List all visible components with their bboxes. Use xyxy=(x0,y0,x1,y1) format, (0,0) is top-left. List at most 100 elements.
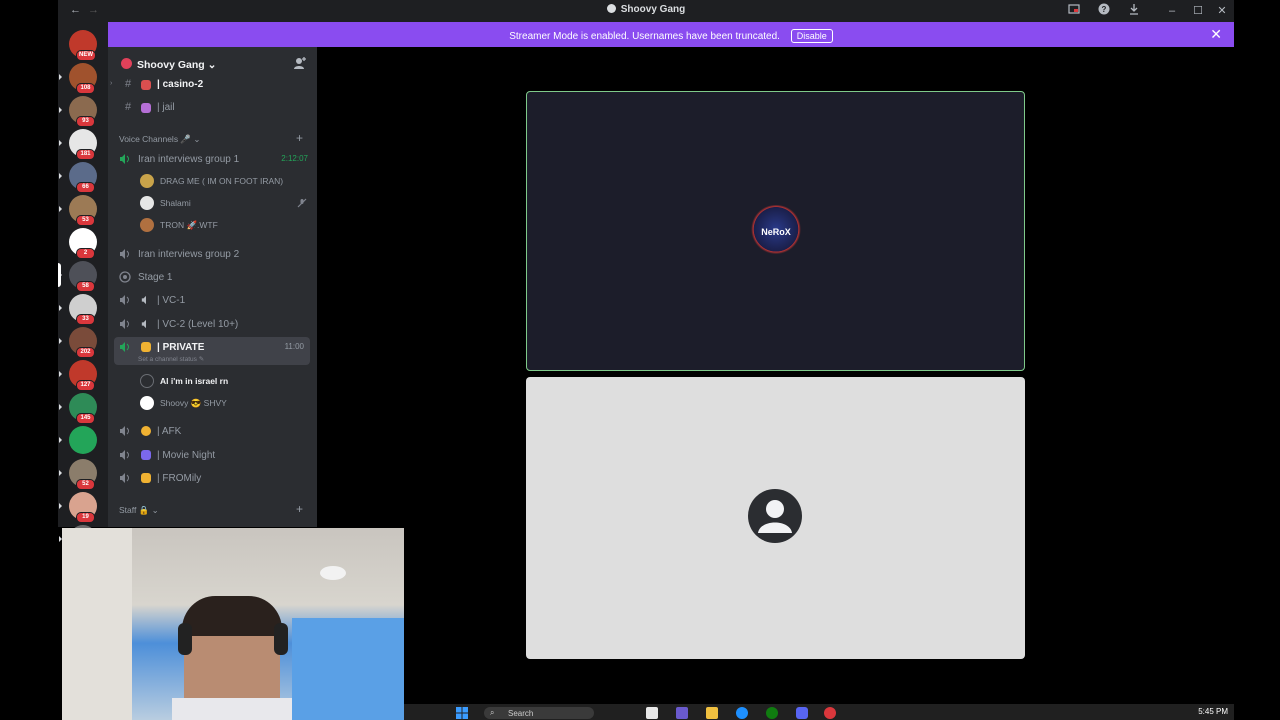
speaker-icon xyxy=(120,450,129,460)
add-member-icon[interactable] xyxy=(293,56,307,75)
voice-channel-iran-1[interactable]: Iran interviews group 1 2:12:07 xyxy=(114,149,310,169)
create-staff-channel-icon[interactable]: + xyxy=(296,502,303,516)
voice-channel-private[interactable]: | PRIVATE 11:00 Set a channel status ✎ xyxy=(114,337,310,365)
taskbar-app-icon[interactable] xyxy=(824,707,836,719)
voice-channel-afk[interactable]: | AFK xyxy=(114,421,310,441)
call-timer: 11:00 xyxy=(284,342,304,351)
unread-indicator-icon xyxy=(59,107,62,113)
voice-channel-vc-2[interactable]: | VC-2 (Level 10+) xyxy=(114,314,310,334)
close-window-button[interactable]: ✕ xyxy=(1214,3,1230,19)
call-timer: 2:12:07 xyxy=(281,154,308,163)
lock-emoji-icon xyxy=(141,342,151,352)
unread-indicator-icon xyxy=(59,503,62,509)
unread-indicator-icon xyxy=(59,140,62,146)
member-name: DRAG ME ( IM ON FOOT IRAN) xyxy=(160,176,284,186)
shirt xyxy=(172,698,292,720)
voice-channel-iran-2[interactable]: Iran interviews group 2 xyxy=(114,244,310,264)
participant-tile-nerox[interactable]: NeRoX xyxy=(526,91,1025,371)
unread-indicator-icon xyxy=(59,470,62,476)
help-icon[interactable]: ? xyxy=(1096,3,1112,19)
avatar xyxy=(140,174,154,188)
voice-member[interactable]: Al i'm in israel rn xyxy=(138,371,310,391)
text-channel-icon: # xyxy=(125,78,132,90)
download-icon[interactable] xyxy=(1126,3,1142,19)
channel-name: Stage 1 xyxy=(138,272,173,283)
xbox-icon[interactable] xyxy=(766,707,778,719)
channel-name: Iran interviews group 2 xyxy=(138,249,240,260)
voice-member[interactable]: Shoovy 😎 SHVY xyxy=(138,393,310,413)
voice-member[interactable]: TRON 🚀.WTF xyxy=(138,215,310,235)
channel-name: | AFK xyxy=(157,426,182,437)
webcam-overlay xyxy=(62,528,404,720)
channel-emoji-icon xyxy=(141,80,151,90)
channel-casino-2[interactable]: › # | casino-2 xyxy=(110,75,310,95)
unread-indicator-icon xyxy=(59,371,62,377)
speaker-icon xyxy=(120,426,129,436)
notification-badge: 181 xyxy=(76,149,95,160)
text-channel-icon: # xyxy=(125,101,132,113)
participant-avatar: NeRoX xyxy=(749,205,803,259)
edge-icon[interactable] xyxy=(736,707,748,719)
notification-badge: 127 xyxy=(76,380,95,391)
notification-badge: 145 xyxy=(76,413,95,424)
avatar xyxy=(140,196,154,210)
member-name: Al i'm in israel rn xyxy=(160,376,229,386)
channel-name: | FROMily xyxy=(157,473,202,484)
notification-badge: 108 xyxy=(76,83,95,94)
taskbar-app-icon[interactable] xyxy=(676,707,688,719)
taskbar-search[interactable]: ⌕ Search xyxy=(484,707,594,719)
channel-name: | Movie Night xyxy=(157,450,216,461)
voice-channel-movie-night[interactable]: | Movie Night xyxy=(114,445,310,465)
notification-badge: 202 xyxy=(76,347,95,358)
guild-icon xyxy=(606,4,616,13)
voice-channel-fromily[interactable]: | FROMily xyxy=(114,468,310,488)
disable-streamer-mode-button[interactable]: Disable xyxy=(790,29,833,43)
server-list: NEW1089318166532583320212714552194 xyxy=(58,22,108,556)
chevron-down-icon: ⌄ xyxy=(207,59,217,71)
collapse-arrow-icon: › xyxy=(110,80,113,87)
svg-text:?: ? xyxy=(1102,5,1107,14)
discord-icon[interactable] xyxy=(796,707,808,719)
muted-mic-icon xyxy=(297,198,307,208)
unread-indicator-icon xyxy=(59,206,62,212)
inbox-icon[interactable] xyxy=(1066,3,1082,19)
speaker-icon xyxy=(120,473,129,483)
unread-indicator-icon xyxy=(59,404,62,410)
channel-sidebar: Shoovy Gang ⌄ › # | casino-2 # | jail Vo… xyxy=(108,47,317,527)
channel-jail[interactable]: # | jail xyxy=(114,98,310,118)
stage-channel[interactable]: Stage 1 xyxy=(114,267,310,287)
speaker-live-icon xyxy=(120,342,129,352)
create-voice-channel-icon[interactable]: + xyxy=(296,131,303,145)
channel-name: | VC-1 xyxy=(157,295,186,306)
ceiling-light xyxy=(320,566,346,580)
voice-channel-vc-1[interactable]: | VC-1 xyxy=(114,290,310,310)
category-staff[interactable]: Staff 🔒 ⌄ xyxy=(119,505,159,516)
avatar xyxy=(140,218,154,232)
voice-member[interactable]: Shalami xyxy=(138,193,310,213)
file-explorer-icon[interactable] xyxy=(706,707,718,719)
close-banner-icon[interactable]: ✕ xyxy=(1210,26,1222,43)
selected-server-indicator xyxy=(58,263,61,287)
voice-member[interactable]: DRAG ME ( IM ON FOOT IRAN) xyxy=(138,171,310,191)
unread-indicator-icon xyxy=(59,173,62,179)
notification-badge: 66 xyxy=(76,182,95,193)
headphone-icon xyxy=(274,623,288,655)
wall xyxy=(62,528,132,720)
minimize-button[interactable]: – xyxy=(1164,3,1180,19)
speaker-icon xyxy=(120,295,129,305)
notification-badge: NEW xyxy=(76,50,96,61)
taskbar-clock[interactable]: 5:45 PM xyxy=(1198,707,1228,716)
hair xyxy=(182,596,282,636)
windows-start-icon[interactable] xyxy=(456,707,468,719)
category-voice-channels[interactable]: Voice Channels 🎤 ⌄ xyxy=(119,134,201,145)
bell-emoji-icon xyxy=(141,473,151,483)
maximize-button[interactable]: ☐ xyxy=(1190,3,1206,19)
window-title: Shoovy Gang xyxy=(58,4,1234,15)
chevron-down-icon: ⌄ xyxy=(151,505,159,515)
headphone-icon xyxy=(178,623,192,655)
channel-status-input[interactable]: Set a channel status ✎ xyxy=(138,355,204,363)
participant-tile-2[interactable] xyxy=(526,377,1025,659)
taskbar-app-icon[interactable] xyxy=(646,707,658,719)
server-icon[interactable] xyxy=(69,426,97,454)
speaker-emoji-icon xyxy=(141,295,146,305)
